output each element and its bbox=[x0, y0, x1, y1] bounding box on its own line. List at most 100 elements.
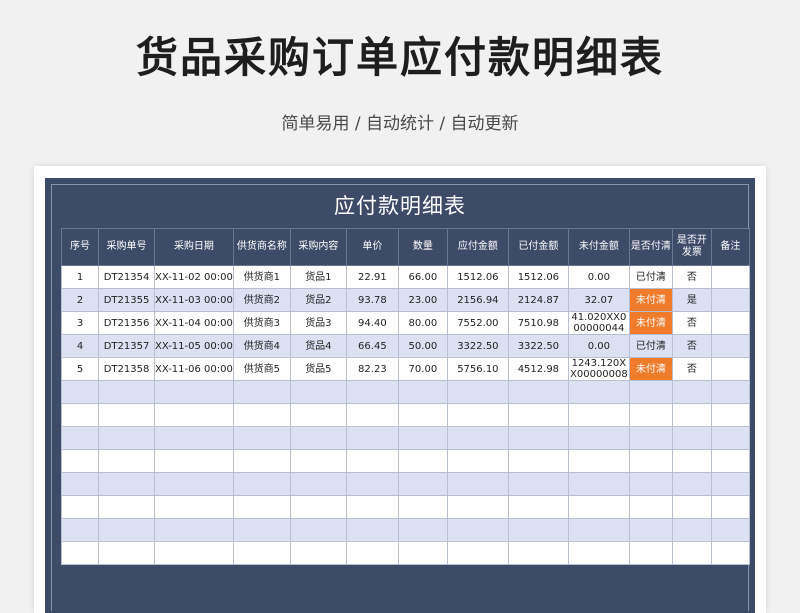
empty-cell[interactable] bbox=[61, 380, 99, 404]
empty-cell[interactable] bbox=[289, 518, 347, 542]
empty-cell[interactable] bbox=[446, 472, 509, 496]
empty-cell[interactable] bbox=[154, 518, 234, 542]
table-row[interactable]: 2 DT21355 XX-11-03 00:00 供货商2 货品2 93.78 23.00 2… bbox=[61, 288, 750, 312]
empty-cell[interactable] bbox=[507, 541, 569, 565]
cell-supplier[interactable]: 供货商2 bbox=[232, 288, 291, 312]
empty-cell[interactable] bbox=[628, 541, 673, 565]
cell-paid[interactable]: 2124.87 bbox=[507, 288, 569, 312]
cell-index[interactable]: 5 bbox=[61, 357, 99, 381]
empty-cell[interactable] bbox=[154, 495, 234, 519]
cell-unit-price[interactable]: 94.40 bbox=[345, 311, 399, 335]
empty-cell[interactable] bbox=[345, 449, 399, 473]
empty-cell[interactable] bbox=[154, 403, 234, 427]
cell-invoice[interactable]: 否 bbox=[671, 334, 712, 358]
empty-cell[interactable] bbox=[232, 449, 291, 473]
empty-cell[interactable] bbox=[628, 449, 673, 473]
empty-cell[interactable] bbox=[446, 495, 509, 519]
empty-cell[interactable] bbox=[61, 426, 99, 450]
table-row[interactable]: 1 DT21354 XX-11-02 00:00 供货商1 货品1 22.91 66.00 1… bbox=[61, 265, 750, 289]
cell-content[interactable]: 货品1 bbox=[289, 265, 347, 289]
cell-supplier[interactable]: 供货商5 bbox=[232, 357, 291, 381]
table-row[interactable]: 4 DT21357 XX-11-05 00:00 供货商4 货品4 66.45 50.00 3… bbox=[61, 334, 750, 358]
empty-cell[interactable] bbox=[710, 541, 750, 565]
cell-order-no[interactable]: DT21354 bbox=[98, 265, 155, 289]
empty-cell[interactable] bbox=[345, 495, 399, 519]
cell-date[interactable]: XX-11-04 00:00 bbox=[154, 311, 234, 335]
cell-payable[interactable]: 2156.94 bbox=[446, 288, 509, 312]
empty-cell[interactable] bbox=[397, 403, 448, 427]
cell-date[interactable]: XX-11-06 00:00 bbox=[154, 357, 234, 381]
empty-cell[interactable] bbox=[98, 426, 155, 450]
cell-settled[interactable]: 已付清 bbox=[628, 334, 673, 358]
cell-quantity[interactable]: 23.00 bbox=[397, 288, 448, 312]
empty-cell[interactable] bbox=[710, 472, 750, 496]
empty-cell[interactable] bbox=[98, 403, 155, 427]
empty-cell[interactable] bbox=[345, 518, 399, 542]
empty-cell[interactable] bbox=[98, 495, 155, 519]
cell-unpaid[interactable]: 1243.120XX00000008 bbox=[567, 357, 630, 381]
empty-cell[interactable] bbox=[154, 472, 234, 496]
empty-cell[interactable] bbox=[289, 472, 347, 496]
empty-cell[interactable] bbox=[628, 495, 673, 519]
cell-supplier[interactable]: 供货商4 bbox=[232, 334, 291, 358]
cell-payable[interactable]: 3322.50 bbox=[446, 334, 509, 358]
empty-cell[interactable] bbox=[507, 495, 569, 519]
empty-cell[interactable] bbox=[671, 541, 712, 565]
empty-cell[interactable] bbox=[671, 380, 712, 404]
empty-cell[interactable] bbox=[397, 472, 448, 496]
empty-cell[interactable] bbox=[507, 449, 569, 473]
empty-cell[interactable] bbox=[232, 403, 291, 427]
empty-cell[interactable] bbox=[710, 403, 750, 427]
cell-index[interactable]: 2 bbox=[61, 288, 99, 312]
empty-cell[interactable] bbox=[289, 541, 347, 565]
cell-content[interactable]: 货品4 bbox=[289, 334, 347, 358]
cell-content[interactable]: 货品3 bbox=[289, 311, 347, 335]
empty-cell[interactable] bbox=[628, 403, 673, 427]
cell-paid[interactable]: 7510.98 bbox=[507, 311, 569, 335]
empty-cell[interactable] bbox=[671, 495, 712, 519]
empty-cell[interactable] bbox=[61, 541, 99, 565]
empty-cell[interactable] bbox=[397, 541, 448, 565]
empty-cell[interactable] bbox=[710, 380, 750, 404]
empty-cell[interactable] bbox=[710, 426, 750, 450]
empty-cell[interactable] bbox=[61, 449, 99, 473]
empty-cell[interactable] bbox=[446, 403, 509, 427]
empty-cell[interactable] bbox=[289, 426, 347, 450]
cell-unpaid[interactable]: 0.00 bbox=[567, 265, 630, 289]
empty-cell[interactable] bbox=[154, 541, 234, 565]
empty-cell[interactable] bbox=[154, 380, 234, 404]
cell-invoice[interactable]: 是 bbox=[671, 288, 712, 312]
empty-cell[interactable] bbox=[567, 518, 630, 542]
empty-cell[interactable] bbox=[567, 403, 630, 427]
empty-cell[interactable] bbox=[397, 495, 448, 519]
cell-index[interactable]: 4 bbox=[61, 334, 99, 358]
empty-cell[interactable] bbox=[397, 380, 448, 404]
cell-supplier[interactable]: 供货商1 bbox=[232, 265, 291, 289]
cell-settled[interactable]: 已付清 bbox=[628, 265, 673, 289]
empty-cell[interactable] bbox=[671, 403, 712, 427]
empty-cell[interactable] bbox=[671, 518, 712, 542]
empty-table-row[interactable] bbox=[61, 541, 750, 565]
empty-cell[interactable] bbox=[710, 495, 750, 519]
cell-payable[interactable]: 7552.00 bbox=[446, 311, 509, 335]
empty-table-row[interactable] bbox=[61, 518, 750, 542]
empty-cell[interactable] bbox=[289, 403, 347, 427]
empty-cell[interactable] bbox=[671, 449, 712, 473]
empty-cell[interactable] bbox=[61, 403, 99, 427]
empty-table-row[interactable] bbox=[61, 495, 750, 519]
cell-paid[interactable]: 3322.50 bbox=[507, 334, 569, 358]
cell-index[interactable]: 3 bbox=[61, 311, 99, 335]
empty-cell[interactable] bbox=[98, 518, 155, 542]
cell-remark[interactable] bbox=[710, 288, 750, 312]
cell-unpaid[interactable]: 0.00 bbox=[567, 334, 630, 358]
cell-unit-price[interactable]: 82.23 bbox=[345, 357, 399, 381]
cell-order-no[interactable]: DT21358 bbox=[98, 357, 155, 381]
cell-invoice[interactable]: 否 bbox=[671, 311, 712, 335]
cell-quantity[interactable]: 70.00 bbox=[397, 357, 448, 381]
empty-cell[interactable] bbox=[289, 449, 347, 473]
empty-cell[interactable] bbox=[628, 426, 673, 450]
cell-remark[interactable] bbox=[710, 265, 750, 289]
empty-cell[interactable] bbox=[671, 472, 712, 496]
empty-cell[interactable] bbox=[628, 472, 673, 496]
empty-cell[interactable] bbox=[567, 541, 630, 565]
